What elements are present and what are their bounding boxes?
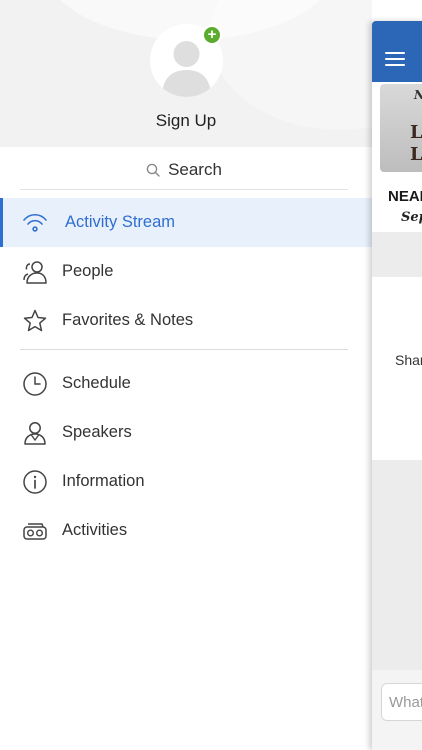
search-icon	[146, 163, 160, 177]
menu-item-label: People	[62, 262, 114, 280]
banner-line2: L	[410, 144, 422, 165]
menu-item-schedule[interactable]: Schedule	[0, 359, 372, 408]
post-input-placeholder: What	[389, 694, 422, 711]
menu-item-activities[interactable]: Activities	[0, 506, 372, 555]
sign-up-link[interactable]: Sign Up	[0, 111, 372, 131]
banner-near-text: NEAI	[388, 188, 422, 205]
star-icon	[23, 309, 47, 332]
banner-top-text: N	[414, 88, 422, 102]
menu-item-label: Activity Stream	[65, 213, 176, 231]
menu-divider	[20, 349, 348, 350]
menu-item-label: Activities	[62, 521, 128, 539]
wifi-icon	[23, 213, 47, 232]
add-photo-button[interactable]: +	[202, 25, 222, 45]
main-content-panel[interactable]: N L L NEAI Sep Shar What	[372, 21, 422, 750]
speaker-person-icon	[24, 422, 46, 445]
menu-item-label: Speakers	[62, 423, 132, 441]
profile-header: + Sign Up	[0, 0, 372, 147]
menu-item-label: Favorites & Notes	[62, 311, 194, 329]
post-input[interactable]: What	[381, 683, 422, 721]
banner-line1: L	[410, 122, 422, 143]
menu-item-speakers[interactable]: Speakers	[0, 408, 372, 457]
menu-item-activity-stream[interactable]: Activity Stream	[0, 198, 372, 247]
search-label: Search	[168, 159, 222, 179]
menu-item-favorites-notes[interactable]: Favorites & Notes	[0, 296, 372, 345]
share-card-text: Shar	[395, 352, 422, 368]
menu-item-people[interactable]: People	[0, 247, 372, 296]
hamburger-menu-icon[interactable]	[385, 52, 405, 66]
info-icon	[23, 470, 47, 494]
composer-bar: What	[372, 670, 422, 750]
navigation-drawer: + Sign Up Search Activity Stream People	[0, 0, 372, 750]
menu-item-label: Schedule	[62, 374, 131, 392]
app-header	[372, 21, 422, 82]
banner-date-text: Sep	[401, 210, 422, 225]
clock-icon	[23, 372, 47, 396]
menu-item-information[interactable]: Information	[0, 457, 372, 506]
search-field[interactable]: Search	[20, 150, 348, 190]
event-banner[interactable]: N L L NEAI Sep	[372, 82, 422, 232]
people-icon	[23, 261, 47, 284]
share-card[interactable]: Shar	[372, 277, 422, 460]
vr-goggles-icon	[23, 523, 47, 540]
menu-item-label: Information	[62, 472, 145, 490]
